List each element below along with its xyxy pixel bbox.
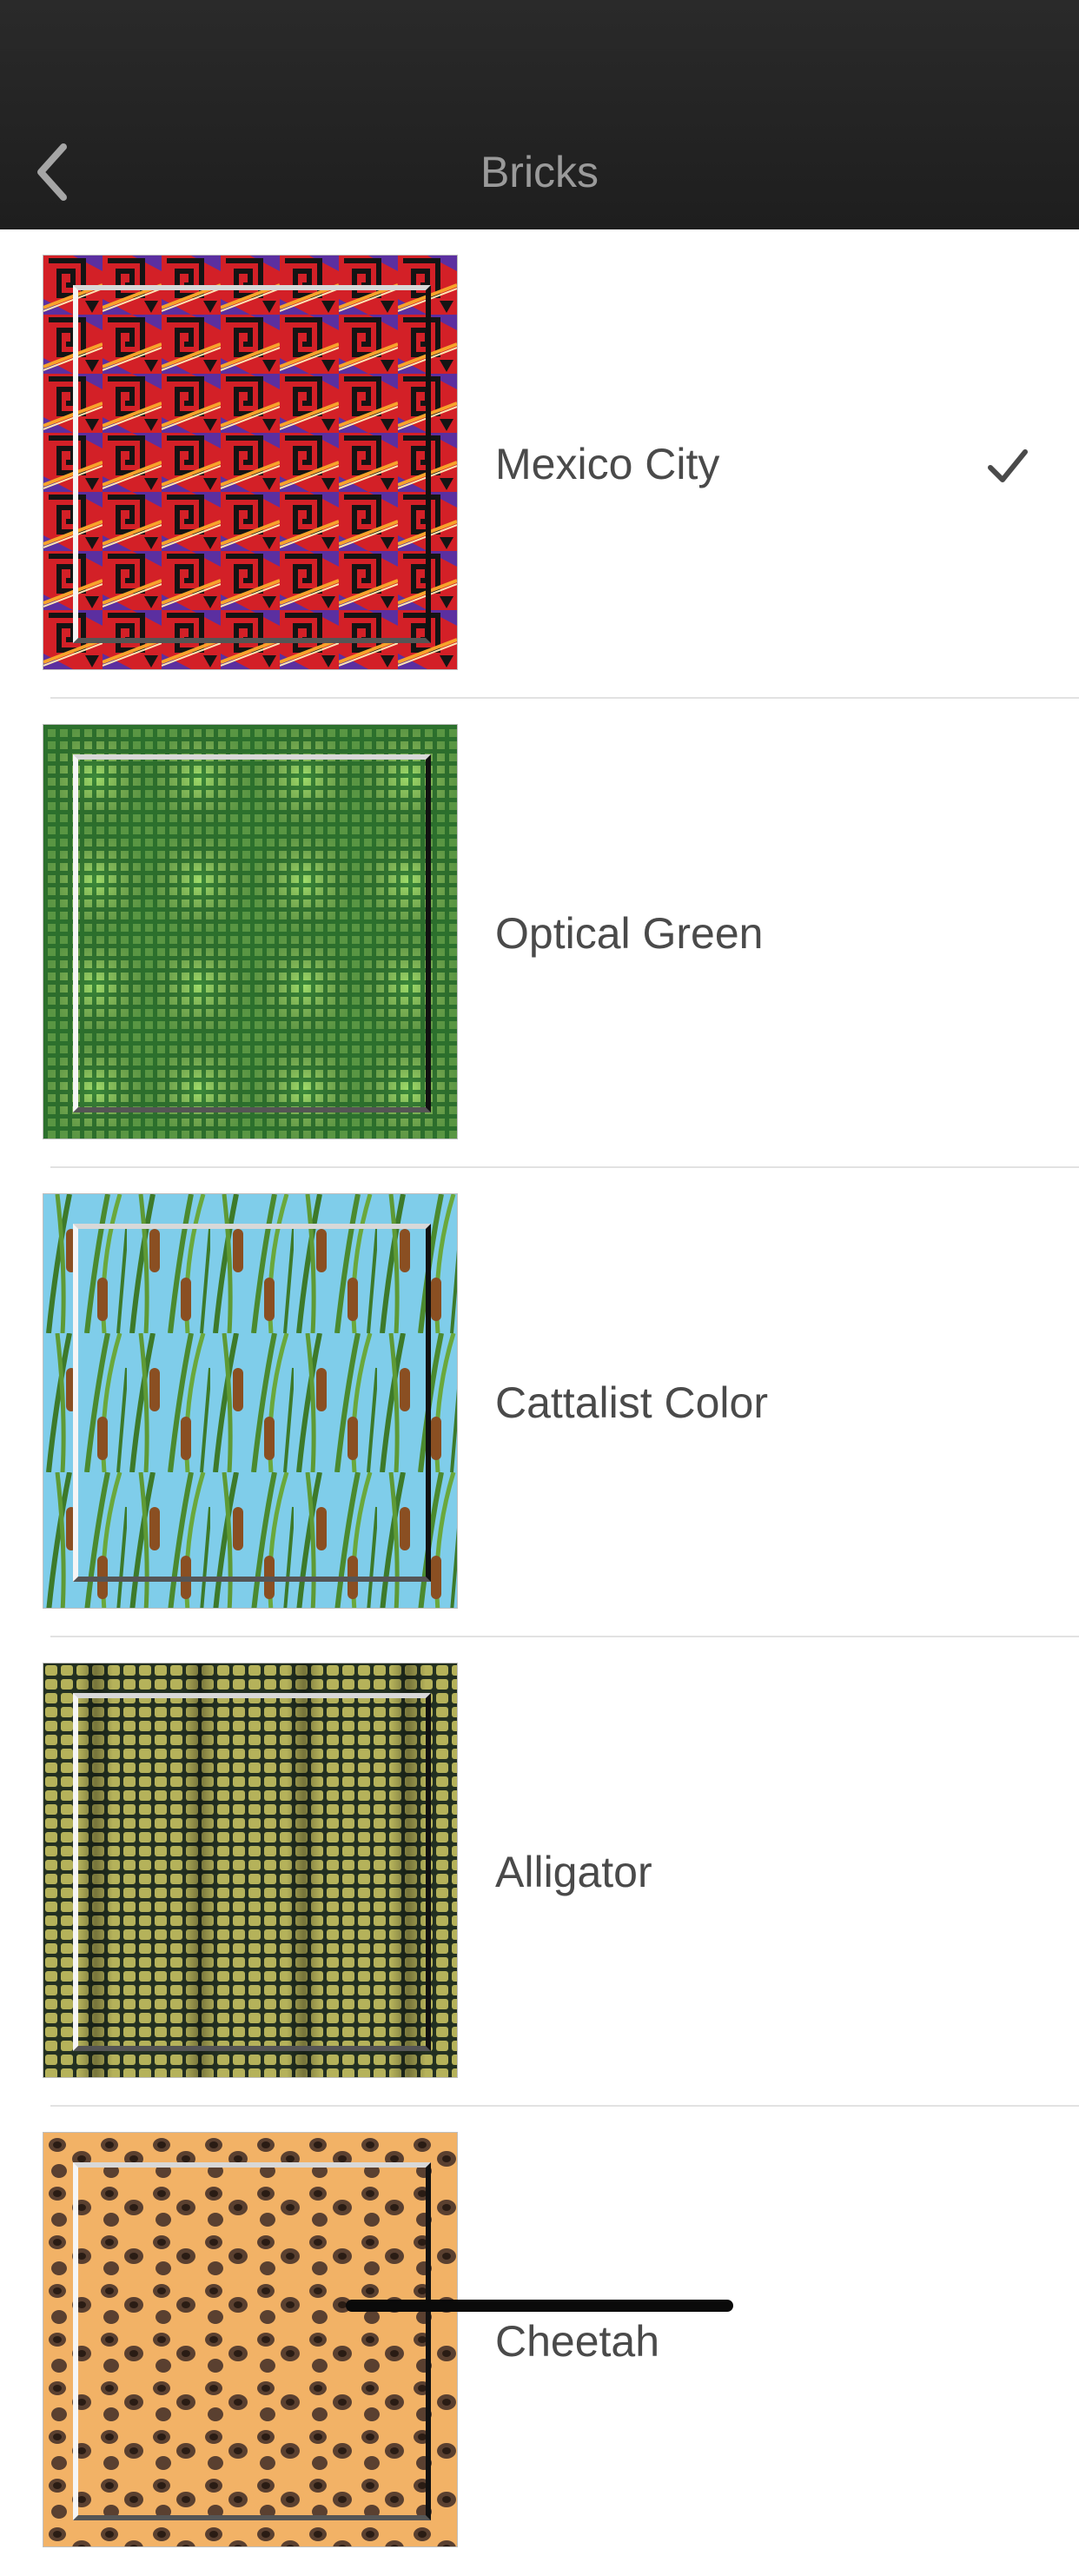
list-item-mexico-city[interactable]: Mexico City — [0, 229, 1079, 699]
frame-outline — [73, 754, 431, 1112]
cattalist-color-thumbnail — [43, 1194, 457, 1608]
list-item-optical-green[interactable]: Optical Green — [0, 699, 1079, 1168]
alligator-thumbnail — [43, 1663, 457, 2077]
page-title: Bricks — [480, 148, 599, 196]
frame-outline — [73, 1224, 431, 1582]
item-label: Optical Green — [495, 909, 764, 958]
cheetah-thumbnail — [43, 2133, 457, 2546]
navigation-bar: Bricks — [0, 0, 1079, 229]
item-label: Cheetah — [495, 2317, 660, 2366]
optical-green-thumbnail — [43, 725, 457, 1139]
texture-list: Mexico City Optical Green Cattalist Colo… — [0, 229, 1079, 2576]
list-item-alligator[interactable]: Alligator — [0, 1637, 1079, 2107]
list-item-cattalist-color[interactable]: Cattalist Color — [0, 1168, 1079, 1637]
item-label: Cattalist Color — [495, 1378, 768, 1427]
frame-outline — [73, 1693, 431, 2051]
item-label: Mexico City — [495, 440, 720, 488]
frame-outline — [73, 2162, 431, 2520]
home-indicator[interactable] — [346, 2300, 733, 2312]
checkmark-icon — [988, 449, 1028, 482]
item-label: Alligator — [495, 1848, 652, 1896]
list-item-cheetah[interactable]: Cheetah — [0, 2107, 1079, 2576]
frame-outline — [73, 285, 431, 643]
mexico-city-thumbnail — [43, 256, 457, 669]
